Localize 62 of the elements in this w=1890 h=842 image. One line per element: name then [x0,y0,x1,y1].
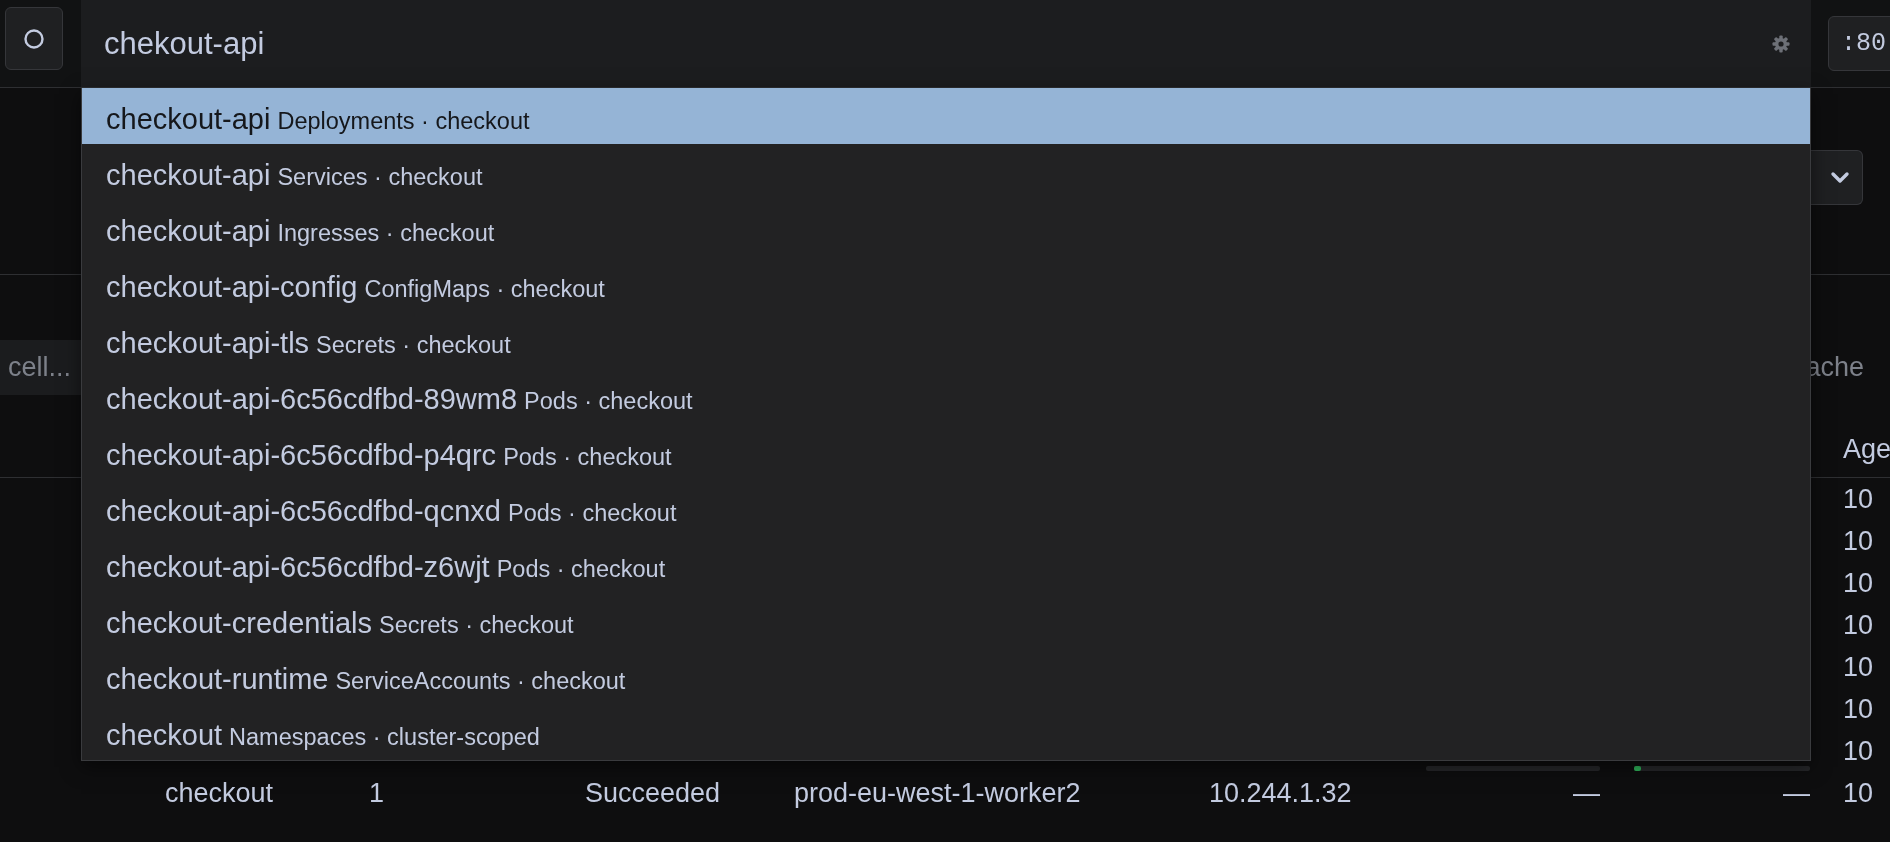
table-cell-text: 10.244.1.32 [1209,779,1353,807]
result-detail: Pods · checkout [503,443,672,471]
result-name: checkout-runtime [106,662,329,696]
table-cell-text: prod-eu-west-1-worker2 [794,779,1082,807]
result-name: checkout-api-6c56cdfbd-p4qrc [106,438,497,472]
table-cell-text: 10 [1842,569,1875,597]
result-item[interactable]: checkout-api-config ConfigMaps · checkout [82,256,1810,312]
result-detail: Secrets · checkout [379,611,574,639]
filter-field[interactable]: cell... [0,340,81,395]
result-detail: Pods · checkout [507,499,677,527]
column-header[interactable]: Age [1810,433,1890,465]
result-name: checkout-api-config [106,270,358,304]
circle-button[interactable] [5,7,63,70]
result-detail: Deployments · checkout [277,107,530,135]
result-detail: Secrets · checkout [316,331,511,359]
result-detail: Pods · checkout [496,555,666,583]
result-item[interactable]: checkout-api-6c56cdfbd-qcnxd Pods · checkout [82,480,1810,536]
result-item[interactable]: checkout-runtime ServiceAccounts · checkout [82,648,1810,704]
result-detail: Ingresses · checkout [277,219,495,247]
result-item[interactable]: checkout-api-6c56cdfbd-z6wjt Pods · checkout [82,536,1810,592]
result-item[interactable]: checkout-api Deployments · checkout [82,88,1810,144]
search-field[interactable]: chekout-api [81,0,1811,87]
table-cell-text: Succeeded [585,779,722,807]
table-cell-text: — [1782,779,1810,807]
table-cell-text: 10 [1842,527,1875,555]
settings-icon[interactable] [1771,33,1791,54]
result-detail: Pods · checkout [524,387,693,415]
result-name: checkout-credentials [106,606,372,640]
result-item[interactable]: checkout-api-6c56cdfbd-89wm8 Pods · checkout [82,368,1810,424]
port-button[interactable]: :80 [1828,16,1890,71]
result-detail: Services · checkout [277,163,483,191]
result-item[interactable]: checkout-api-6c56cdfbd-p4qrc Pods · checkout [82,424,1810,480]
result-detail: ConfigMaps · checkout [364,275,605,303]
table-cell-text: 10 [1842,485,1875,513]
filter-input[interactable]: cell... [0,352,71,383]
result-name: checkout-api-6c56cdfbd-z6wjt [106,550,490,584]
result-name: checkout-api-tls [106,326,310,360]
result-name: checkout-api [106,214,271,248]
result-item[interactable]: checkout-api Services · checkout [82,144,1810,200]
table-cell-text: 10 [1842,737,1875,765]
table-cell-text: — [1572,779,1600,807]
table-cell-text: 1 [369,779,386,807]
table-cell-text: 10 [1842,779,1875,807]
table-cell-text: checkout [165,779,275,807]
result-name: checkout-api [106,158,271,192]
select-dropdown[interactable] [1811,150,1863,205]
result-name: checkout-api [106,102,271,136]
result-detail: Namespaces · cluster-scoped [229,723,540,751]
result-name: checkout-api-6c56cdfbd-qcnxd [106,494,501,528]
table-cell-text: 10 [1842,653,1875,681]
search-input[interactable]: chekout-api [104,25,1771,62]
table-cell-text: 10 [1842,611,1875,639]
circle-icon [23,27,45,50]
result-item[interactable]: checkout-credentials Secrets · checkout [82,592,1810,648]
table-cell-text: 10 [1842,695,1875,723]
result-item[interactable]: checkout-api-tls Secrets · checkout [82,312,1810,368]
result-name: checkout [106,718,223,752]
result-name: checkout-api-6c56cdfbd-89wm8 [106,382,518,416]
result-item[interactable]: checkout-api Ingresses · checkout [82,200,1810,256]
result-item[interactable]: checkout Namespaces · cluster-scoped [82,704,1810,760]
chevron-down-icon [1830,170,1850,185]
result-detail: ServiceAccounts · checkout [335,667,626,695]
